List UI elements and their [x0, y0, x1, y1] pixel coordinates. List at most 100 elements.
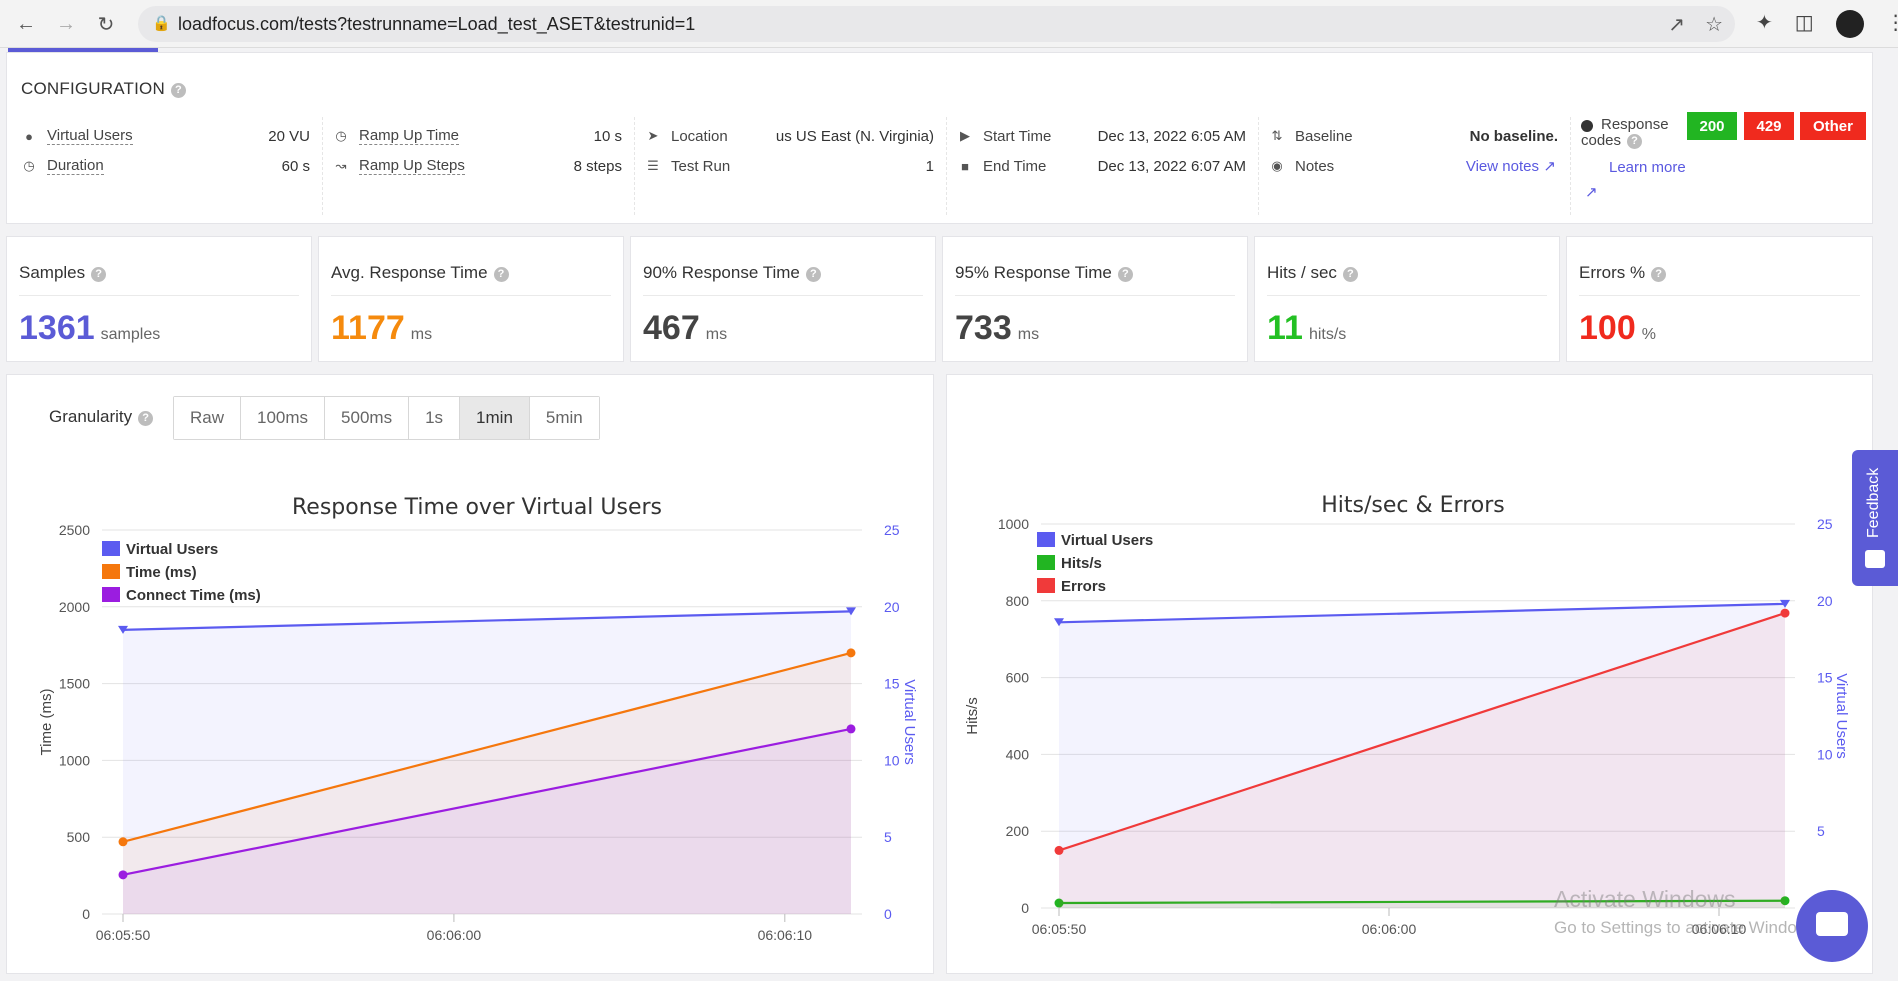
y2-axis-label: Virtual Users — [1833, 673, 1850, 759]
help-icon[interactable]: ? — [1627, 134, 1643, 149]
stat-title: 95% Response Time — [955, 263, 1112, 282]
end-time-value: Dec 13, 2022 6:07 AM — [1097, 157, 1246, 175]
help-icon[interactable]: ? — [138, 411, 154, 426]
data-point — [846, 724, 856, 734]
profile-avatar[interactable] — [1835, 10, 1864, 38]
granularity-100ms-button[interactable]: 100ms — [241, 397, 326, 439]
granularity-500ms-button[interactable]: 500ms — [325, 397, 410, 439]
legend-label: Virtual Users — [1061, 532, 1153, 549]
clock-icon: ◷ — [23, 158, 35, 173]
config-column-baseline: ⇅ Baseline No baseline. ◉ Notes View not… — [1259, 117, 1571, 215]
forward-icon[interactable]: → — [52, 10, 80, 38]
compare-icon: ⇅ — [1271, 128, 1283, 143]
external-link-icon[interactable]: ↗ — [1585, 183, 1598, 201]
config-column-location: ➤ Location us US East (N. Virginia) ☰ Te… — [635, 117, 947, 215]
help-icon[interactable]: ? — [1117, 267, 1133, 282]
location-value: us US East (N. Virginia) — [775, 127, 934, 145]
granularity-1s-button[interactable]: 1s — [409, 397, 461, 439]
help-icon[interactable]: ? — [805, 267, 821, 282]
share-icon[interactable]: ↗ — [1668, 12, 1685, 37]
legend-label: Virtual Users — [126, 541, 218, 558]
y-tick-label: 0 — [82, 906, 90, 922]
configuration-panel: CONFIGURATION? ● Virtual Users 20 VU ◷ D… — [6, 52, 1873, 224]
chat-widget-button[interactable] — [1796, 890, 1868, 962]
stat-card-avg-response-time: Avg. Response Time? 1177 ms — [318, 236, 624, 362]
notes-label: Notes — [1295, 157, 1335, 175]
response-code-200-badge[interactable]: 200 — [1687, 112, 1737, 140]
stat-value: 1177 ms — [331, 309, 433, 347]
y2-tick-label: 20 — [884, 599, 900, 615]
x-tick-label: 06:05:50 — [96, 927, 151, 943]
stat-title: Hits / sec — [1267, 263, 1337, 282]
data-point — [118, 837, 128, 847]
y2-tick-label: 20 — [1817, 593, 1833, 609]
test-run-value: 1 — [925, 157, 934, 175]
data-point — [118, 870, 128, 880]
side-panel-icon[interactable]: ◫ — [1795, 10, 1814, 38]
stat-value: 1361 samples — [19, 309, 161, 347]
bookmark-star-icon[interactable]: ☆ — [1705, 12, 1723, 37]
config-column-users: ● Virtual Users 20 VU ◷ Duration 60 s — [11, 117, 323, 215]
granularity-selector: Raw 100ms 500ms 1s 1min 5min — [173, 396, 600, 440]
list-icon: ☰ — [647, 158, 659, 173]
y-tick-label: 600 — [1006, 670, 1030, 686]
help-icon[interactable]: ? — [493, 267, 509, 282]
duration-label[interactable]: Duration — [47, 157, 104, 175]
granularity-5min-button[interactable]: 5min — [529, 397, 599, 439]
response-code-other-badge[interactable]: Other — [1800, 112, 1866, 140]
url-text[interactable]: loadfocus.com/tests?testrunname=Load_tes… — [178, 14, 695, 35]
config-column-ramp: ◷ Ramp Up Time 10 s ↝ Ramp Up Steps 8 st… — [323, 117, 635, 215]
y2-tick-label: 5 — [1817, 823, 1825, 839]
y-tick-label: 1000 — [59, 752, 90, 768]
hits-errors-chart-panel: Hits/sec & Errors 0 200 400 600 800 1000 5 10 15 2… — [946, 374, 1873, 974]
help-icon[interactable]: ? — [1342, 267, 1358, 282]
learn-more-link[interactable]: Learn more — [1609, 159, 1686, 177]
extensions-icon[interactable]: ✦ — [1756, 10, 1773, 38]
configuration-title: CONFIGURATION? — [21, 79, 186, 99]
legend-label: Errors — [1061, 578, 1106, 595]
back-icon[interactable]: ← — [12, 10, 40, 38]
help-icon[interactable]: ? — [91, 267, 107, 282]
clock-icon: ◷ — [335, 128, 347, 143]
stat-card-samples: Samples? 1361 samples — [6, 236, 312, 362]
baseline-value: No baseline. — [1469, 127, 1558, 145]
y-tick-label: 2000 — [59, 599, 90, 615]
stat-card-hits-per-sec: Hits / sec? 11 hits/s — [1254, 236, 1560, 362]
data-point — [1780, 608, 1790, 618]
address-bar[interactable]: 🔒 loadfocus.com/tests?testrunname=Load_t… — [138, 6, 1735, 42]
help-icon[interactable]: ? — [1651, 267, 1667, 282]
x-tick-label: 06:05:50 — [1032, 921, 1087, 937]
ramp-up-time-label[interactable]: Ramp Up Time — [359, 127, 460, 145]
ramp-up-steps-label[interactable]: Ramp Up Steps — [359, 157, 465, 175]
ramp-up-steps-value: 8 steps — [573, 157, 622, 175]
browser-menu-icon[interactable]: ⋮ — [1886, 10, 1898, 38]
external-link-icon[interactable]: ↗ — [1543, 158, 1556, 175]
y-axis-label: Hits/s — [964, 697, 981, 735]
circle-icon — [1581, 120, 1593, 132]
response-codes-label-2: codes — [1581, 132, 1622, 149]
y2-tick-label: 0 — [884, 906, 892, 922]
y2-tick-label: 25 — [884, 522, 900, 538]
start-time-value: Dec 13, 2022 6:05 AM — [1097, 127, 1246, 145]
y2-tick-label: 15 — [884, 676, 900, 692]
virtual-users-label[interactable]: Virtual Users — [47, 127, 133, 145]
comment-icon: ◉ — [1271, 158, 1283, 173]
stat-title: 90% Response Time — [643, 263, 800, 282]
granularity-1min-button[interactable]: 1min — [460, 397, 530, 439]
user-icon: ● — [25, 128, 33, 144]
view-notes-link[interactable]: View notes ↗ — [1466, 157, 1556, 176]
response-time-chart[interactable]: Response Time over Virtual Users05001000… — [7, 463, 933, 973]
y2-tick-label: 5 — [884, 829, 892, 845]
feedback-tab[interactable]: Feedback — [1852, 450, 1898, 586]
granularity-raw-button[interactable]: Raw — [174, 397, 242, 439]
legend-label: Connect Time (ms) — [126, 587, 261, 604]
activate-windows-hint: Go to Settings to activate Windows. — [1554, 918, 1823, 937]
help-icon[interactable]: ? — [170, 83, 186, 98]
response-code-429-badge[interactable]: 429 — [1744, 112, 1794, 140]
reload-icon[interactable]: ↻ — [92, 10, 120, 38]
legend-label: Hits/s — [1061, 555, 1102, 572]
virtual-users-value: 20 VU — [268, 127, 310, 145]
y2-tick-label: 10 — [1817, 746, 1833, 762]
location-arrow-icon: ➤ — [647, 128, 659, 143]
stat-card-errors: Errors %? 100% — [1566, 236, 1873, 362]
